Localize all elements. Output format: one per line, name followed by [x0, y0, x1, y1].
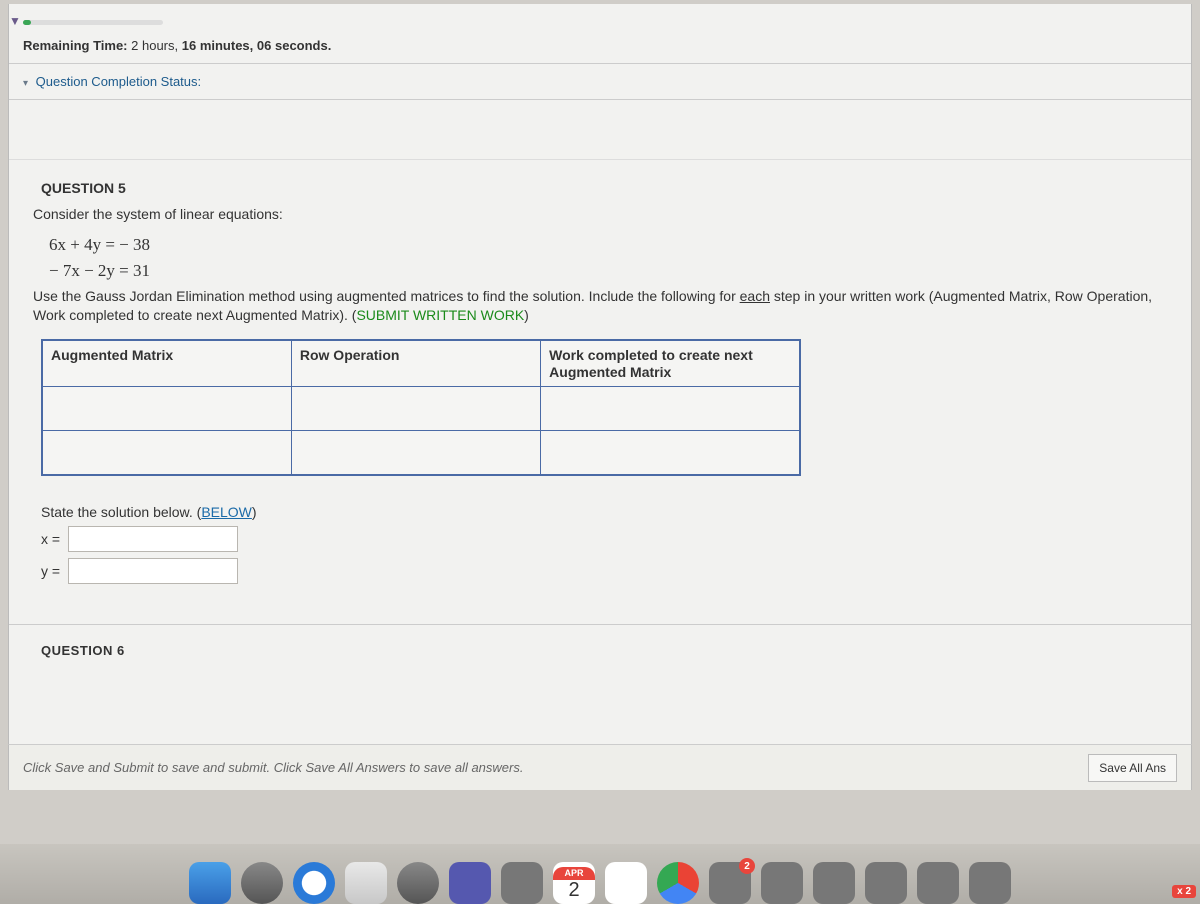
question-separator: [9, 624, 1191, 625]
remaining-time-bar: Remaining Time: 2 hours, 16 minutes, 06 …: [9, 30, 1191, 64]
remaining-label: Remaining Time:: [23, 38, 128, 53]
safari-icon[interactable]: [293, 862, 335, 904]
teams-icon[interactable]: [449, 862, 491, 904]
pages-icon[interactable]: [605, 862, 647, 904]
col-row-operation: Row Operation: [291, 340, 540, 387]
chevron-down-icon: ▾: [23, 78, 28, 89]
calendar-day: 2: [568, 880, 579, 900]
remaining-hours: 2 hours,: [131, 38, 178, 53]
calendar-month: APR: [553, 867, 595, 880]
method-instructions: Use the Gauss Jordan Elimination method …: [33, 287, 1167, 325]
y-label: y =: [41, 563, 60, 579]
work-table: Augmented Matrix Row Operation Work comp…: [41, 339, 801, 476]
table-header-row: Augmented Matrix Row Operation Work comp…: [42, 340, 800, 387]
footer-hint: Click Save and Submit to save and submit…: [23, 760, 523, 775]
app-icon[interactable]: [501, 862, 543, 904]
equation-1: 6x + 4y = − 38: [49, 232, 1191, 258]
question-intro: Consider the system of linear equations:: [33, 206, 1191, 222]
settings-icon[interactable]: [397, 862, 439, 904]
y-input[interactable]: [68, 558, 238, 584]
col-work-completed: Work completed to create next Augmented …: [541, 340, 800, 387]
x-badge: x 2: [1172, 885, 1196, 898]
question-5-header: QUESTION 5: [41, 180, 1191, 196]
submit-written-work-text: SUBMIT WRITTEN WORK: [356, 307, 524, 323]
app-icon[interactable]: [761, 862, 803, 904]
each-underline: each: [740, 288, 770, 304]
mail-icon[interactable]: [345, 862, 387, 904]
question-6-header: QUESTION 6: [41, 643, 1191, 658]
finder-icon[interactable]: [189, 862, 231, 904]
blank-section: [9, 100, 1191, 160]
app-icon[interactable]: [865, 862, 907, 904]
equations: 6x + 4y = − 38 − 7x − 2y = 31: [49, 232, 1191, 283]
launchpad-icon[interactable]: [241, 862, 283, 904]
app-icon[interactable]: [969, 862, 1011, 904]
x-input[interactable]: [68, 526, 238, 552]
notification-badge: 2: [739, 858, 755, 874]
table-row: [42, 387, 800, 431]
remaining-minutes: 16 minutes,: [182, 38, 254, 53]
save-all-answers-button[interactable]: Save All Ans: [1088, 754, 1177, 782]
col-augmented-matrix: Augmented Matrix: [42, 340, 291, 387]
collapse-toggle-icon[interactable]: ▼: [9, 14, 21, 28]
x-label: x =: [41, 531, 60, 547]
answer-y-row: y =: [41, 558, 1191, 584]
app-icon[interactable]: [813, 862, 855, 904]
macos-dock: APR 2 2 x 2: [0, 844, 1200, 904]
progress-bar: [23, 20, 163, 25]
question-5-block: QUESTION 5 Consider the system of linear…: [9, 180, 1191, 658]
state-solution-text: State the solution below. (BELOW): [41, 504, 1191, 520]
remaining-seconds: 06 seconds.: [257, 38, 331, 53]
app-icon[interactable]: 2: [709, 862, 751, 904]
completion-status-bar[interactable]: ▾ Question Completion Status:: [9, 64, 1191, 100]
footer-bar: Click Save and Submit to save and submit…: [8, 744, 1192, 790]
completion-label: Question Completion Status:: [36, 74, 201, 89]
equation-2: − 7x − 2y = 31: [49, 258, 1191, 284]
table-row: [42, 431, 800, 475]
chrome-icon[interactable]: [657, 862, 699, 904]
answer-x-row: x =: [41, 526, 1191, 552]
quiz-viewport: ▼ Remaining Time: 2 hours, 16 minutes, 0…: [8, 4, 1192, 784]
progress-fill: [23, 20, 31, 25]
dock-right-group: x 2: [1172, 885, 1196, 898]
calendar-icon[interactable]: APR 2: [553, 862, 595, 904]
below-underline: BELOW: [201, 504, 252, 520]
app-icon[interactable]: [917, 862, 959, 904]
